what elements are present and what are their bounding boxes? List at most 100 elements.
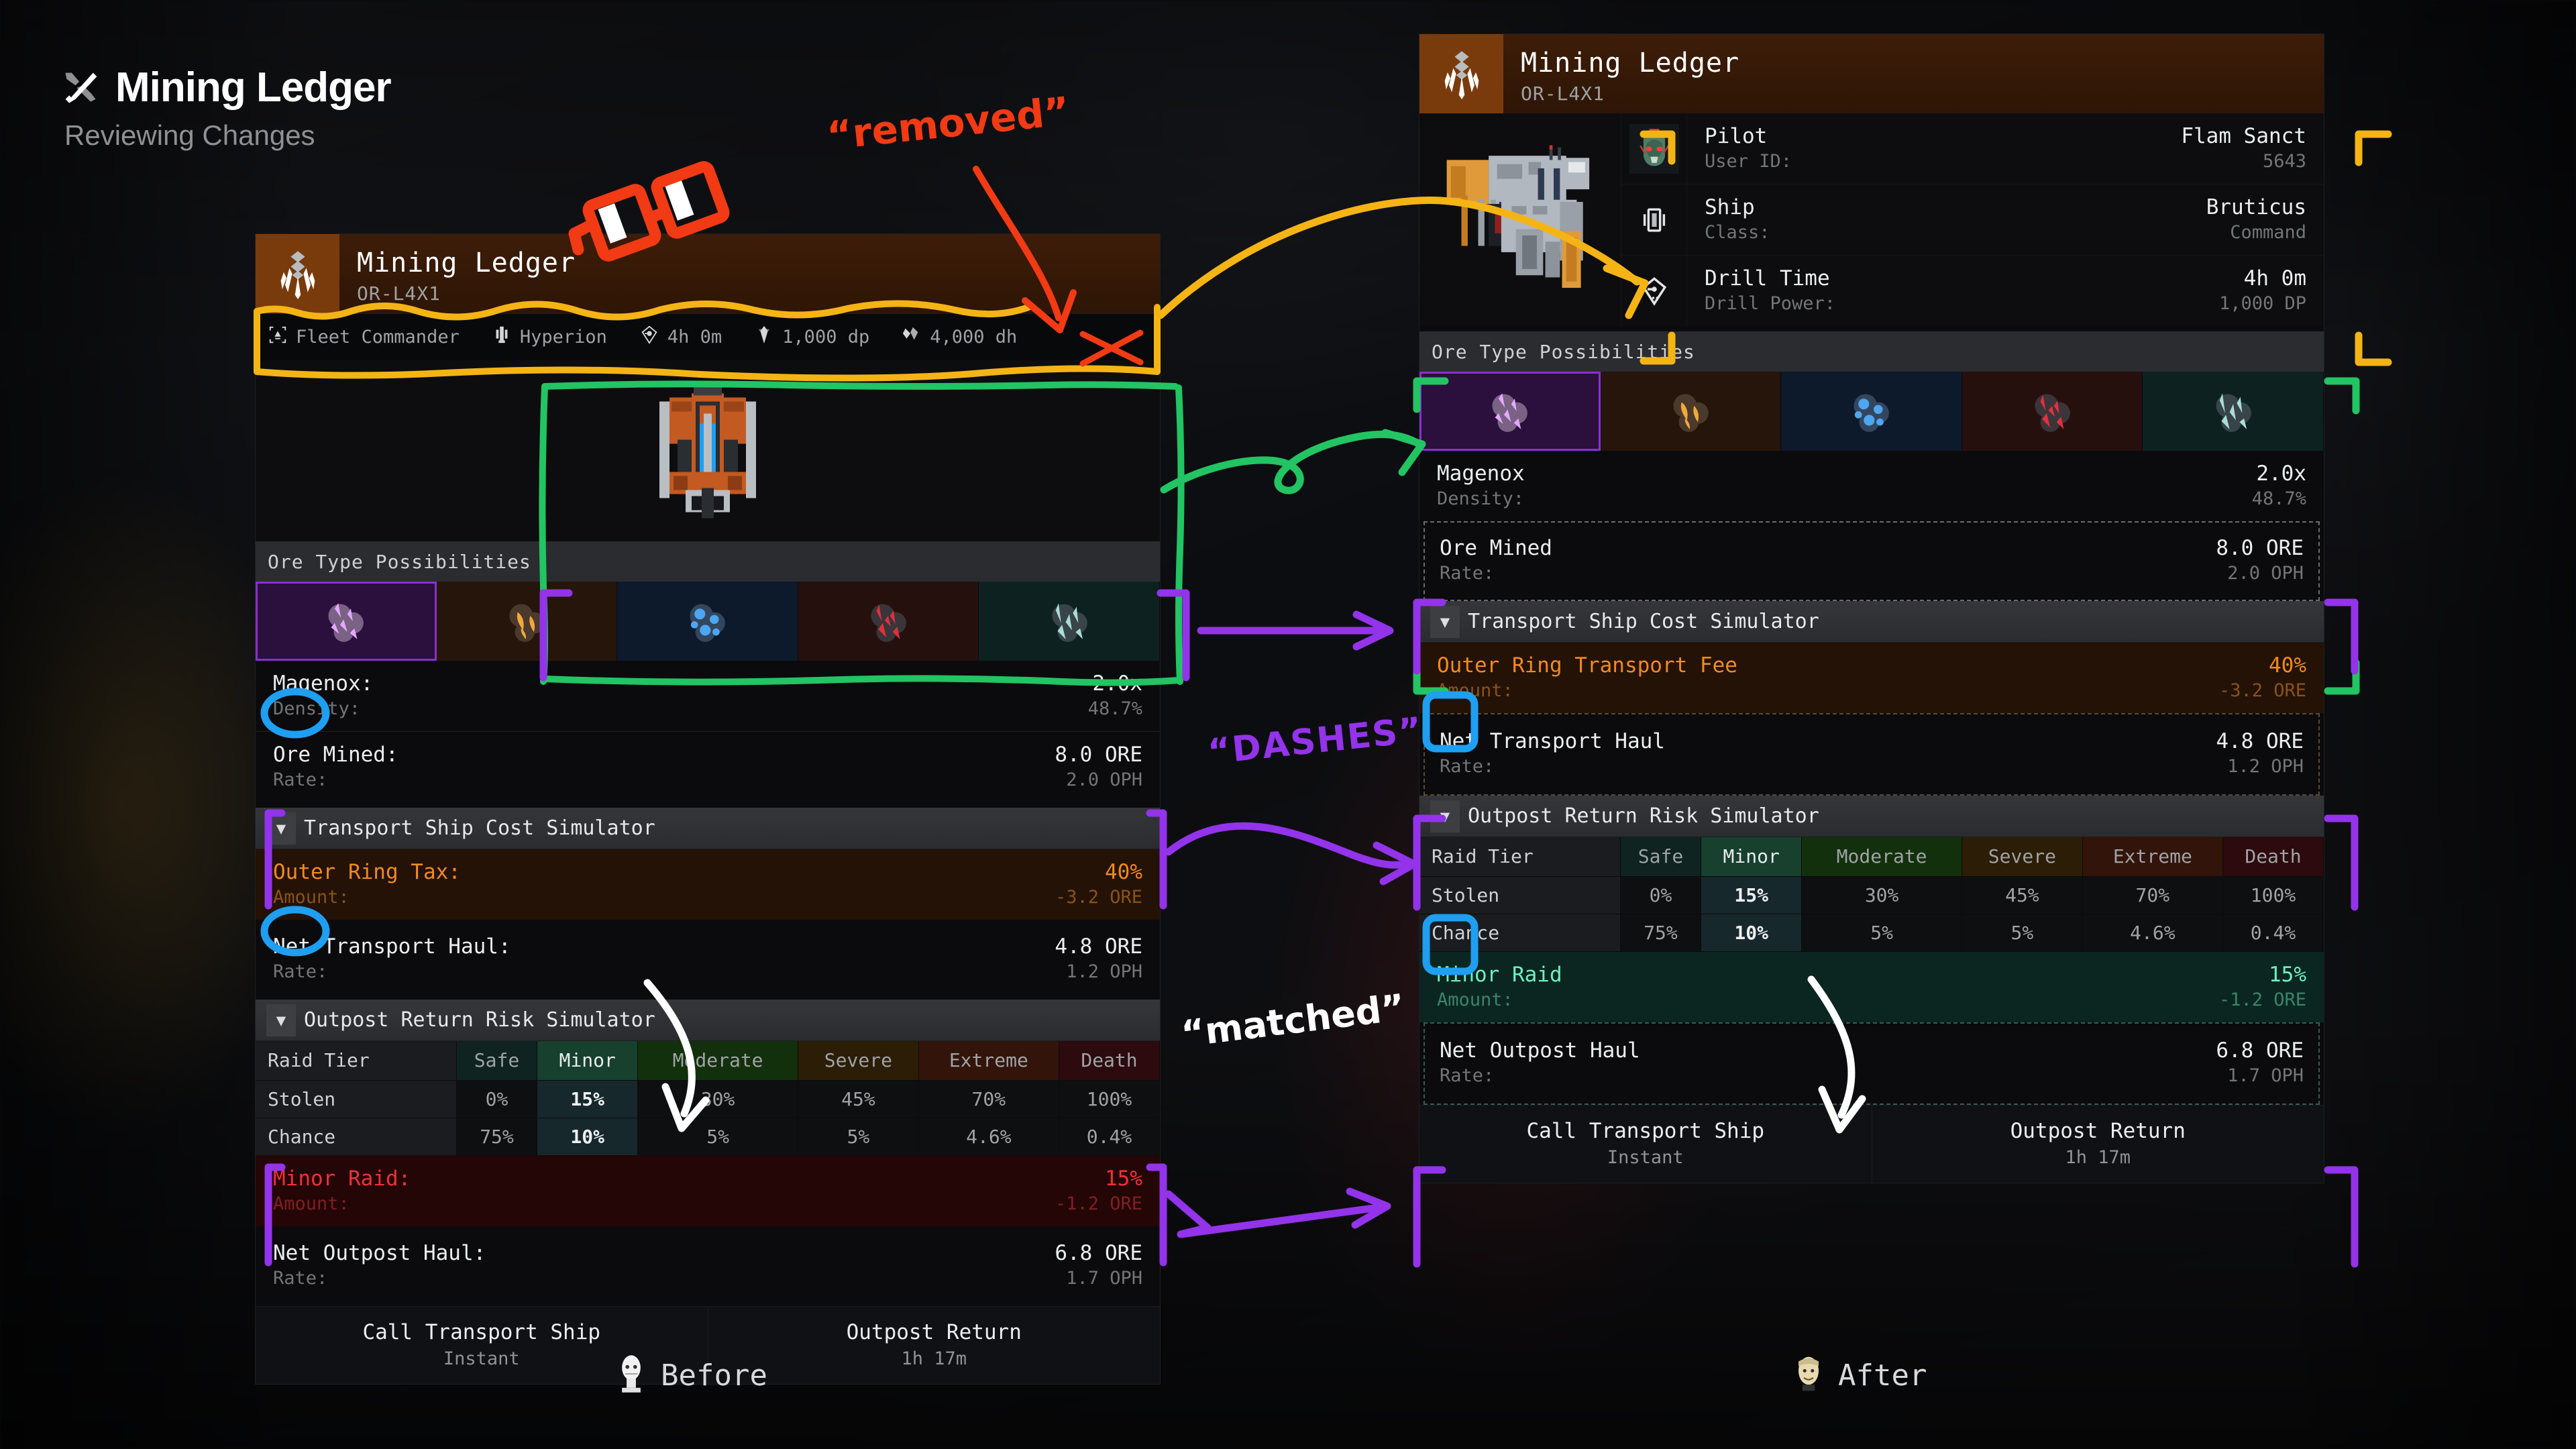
risk-cell: 10% <box>537 1118 639 1156</box>
risk-row-label: Chance <box>256 1118 457 1156</box>
ore-tile-magenox[interactable] <box>1419 372 1601 451</box>
ore-tile-magenox[interactable] <box>256 582 437 661</box>
outpost-return-button[interactable]: Outpost Return 1h 17m <box>1871 1105 2324 1183</box>
stat-drill-hardness[interactable]: 4,000 dh <box>902 325 1017 350</box>
chevron-down-icon[interactable]: ▼ <box>266 812 296 845</box>
risk-section-title: Outpost Return Risk Simulator <box>304 1008 655 1032</box>
transport-section-header[interactable]: ▼ Transport Ship Cost Simulator <box>256 808 1160 849</box>
ore-name-block: Magenox 2.0x Density: 48.7% <box>1419 451 2324 521</box>
transport-amount-value: -3.2 ORE <box>2218 680 2306 701</box>
risk-col-header[interactable]: Safe <box>456 1041 538 1081</box>
risk-cell: 5% <box>1801 914 1963 952</box>
risk-col-header[interactable]: Minor <box>1701 837 1803 877</box>
risk-col-header[interactable]: Death <box>1059 1041 1161 1081</box>
raid-amount-value: -1.2 ORE <box>1055 1193 1142 1214</box>
ore-mined-rate-value: 2.0 OPH <box>1066 769 1142 790</box>
ore-mined-label: Ore Mined <box>1440 536 1552 560</box>
button-label: Call Transport Ship <box>362 1320 601 1344</box>
ship-icon <box>492 325 512 350</box>
after-info-list: Pilot Flam Sanct User ID: 5643 Ship Brut… <box>1621 113 2324 326</box>
ore-section-title: Ore Type Possibilities <box>256 541 1160 582</box>
ore-mined-value: 8.0 ORE <box>1055 743 1142 767</box>
button-sublabel: 1h 17m <box>2065 1146 2131 1168</box>
risk-cell: 10% <box>1701 914 1803 952</box>
ore-name-label: Magenox <box>1437 462 1525 486</box>
call-transport-ship-button[interactable]: Call Transport Ship Instant <box>1419 1106 1872 1183</box>
risk-row-label: Chance <box>1419 914 1621 952</box>
ore-tile-goldrite[interactable] <box>436 582 618 661</box>
risk-cell: 0% <box>1620 876 1702 914</box>
table-row: Raid Tier Safe Minor Moderate Severe Ext… <box>1419 837 2324 877</box>
risk-col-header[interactable]: Severe <box>1962 837 2083 877</box>
page-subtitle: Reviewing Changes <box>64 119 315 151</box>
risk-col-header: Raid Tier <box>1419 837 1621 877</box>
ship-value: Bruticus <box>2206 195 2306 219</box>
outpost-net-rate-value: 1.7 OPH <box>2227 1065 2304 1086</box>
risk-section-header[interactable]: ▼ Outpost Return Risk Simulator <box>256 1000 1160 1041</box>
ore-tile-frostshard[interactable] <box>2143 372 2324 451</box>
transport-amount-value: -3.2 ORE <box>1055 887 1142 908</box>
chevron-down-icon[interactable]: ▼ <box>1430 800 1460 833</box>
stat-fleet-commander[interactable]: Fleet Commander <box>268 325 460 350</box>
risk-raid-block: Minor Raid 15% Amount: -1.2 ORE <box>1419 951 2324 1022</box>
ore-name-label: Magenox: <box>273 672 374 696</box>
ore-tile-goldrite[interactable] <box>1600 372 1782 451</box>
stat-label: 4h 0m <box>667 327 722 347</box>
chevron-down-icon[interactable]: ▼ <box>266 1004 296 1036</box>
transport-section-title: Transport Ship Cost Simulator <box>1468 610 1819 633</box>
button-sublabel: 1h 17m <box>901 1348 967 1369</box>
ore-name-value: 2.0x <box>1092 672 1142 696</box>
transport-net-label: Net Transport Haul <box>1440 729 1665 753</box>
chevron-down-icon[interactable]: ▼ <box>1430 605 1460 638</box>
risk-col-header[interactable]: Minor <box>537 1041 639 1081</box>
risk-col-header[interactable]: Moderate <box>637 1041 799 1081</box>
risk-cell: 30% <box>637 1080 799 1118</box>
ore-tile-grid <box>256 582 1160 661</box>
ore-density-value: 48.7% <box>2251 488 2306 509</box>
stat-drill-power[interactable]: 1,000 dp <box>754 325 869 350</box>
before-ship-artwork <box>256 360 1160 541</box>
risk-col-header[interactable]: Moderate <box>1801 837 1963 877</box>
info-row-ship: Ship Bruticus Class: Command <box>1621 184 2324 256</box>
ore-tile-rubrex[interactable] <box>1962 372 2143 451</box>
ore-tile-rubrex[interactable] <box>798 582 979 661</box>
transport-section-header[interactable]: ▼ Transport Ship Cost Simulator <box>1419 601 2324 643</box>
drill-time-icon <box>639 325 659 350</box>
ore-tile-frostshard[interactable] <box>979 582 1160 661</box>
risk-col-header[interactable]: Extreme <box>2082 837 2223 877</box>
outpost-net-label: Net Outpost Haul: <box>273 1240 486 1265</box>
risk-cell: 70% <box>918 1080 1059 1118</box>
button-label: Call Transport Ship <box>1526 1118 1765 1143</box>
drill-power-icon <box>754 325 774 350</box>
outpost-net-value: 6.8 ORE <box>2216 1038 2304 1063</box>
before-header-title: Mining Ledger <box>357 248 576 278</box>
ore-tile-cryovite[interactable] <box>617 582 798 661</box>
risk-table: Raid Tier Safe Minor Moderate Severe Ext… <box>1419 837 2324 952</box>
ore-mined-block: Ore Mined 8.0 ORE Rate: 2.0 OPH <box>1424 521 2320 601</box>
risk-col-header[interactable]: Death <box>2222 837 2324 877</box>
after-button-row: Call Transport Ship Instant Outpost Retu… <box>1419 1104 2324 1183</box>
table-row: Stolen 0% 15% 30% 45% 70% 100% <box>1419 876 2324 914</box>
button-label: Outpost Return <box>846 1320 1022 1344</box>
outpost-return-button[interactable]: Outpost Return 1h 17m <box>707 1306 1161 1384</box>
ship-label: Ship <box>1705 195 1755 219</box>
ore-mined-rate-label: Rate: <box>273 769 328 790</box>
outpost-net-label: Net Outpost Haul <box>1440 1038 1640 1063</box>
after-header-title: Mining Ledger <box>1521 48 1740 78</box>
ore-mined-value: 8.0 ORE <box>2216 536 2304 560</box>
stat-drill-time[interactable]: 4h 0m <box>639 325 722 350</box>
risk-row-label: Stolen <box>256 1080 457 1118</box>
table-row: Chance 75% 10% 5% 5% 4.6% 0.4% <box>256 1118 1161 1156</box>
stat-ship[interactable]: Hyperion <box>492 325 607 350</box>
drill-time-icon <box>1621 256 1687 326</box>
risk-col-header[interactable]: Severe <box>798 1041 919 1081</box>
risk-col-header[interactable]: Safe <box>1620 837 1702 877</box>
transport-fee-block: Outer Ring Tax: 40% Amount: -3.2 ORE <box>256 849 1160 920</box>
risk-col-header[interactable]: Extreme <box>918 1041 1059 1081</box>
ore-tile-cryovite[interactable] <box>1781 372 1962 451</box>
after-summary-block: Pilot Flam Sanct User ID: 5643 Ship Brut… <box>1419 113 2324 326</box>
transport-net-rate-label: Rate: <box>1440 756 1495 777</box>
pilot-label: Pilot <box>1705 124 1768 148</box>
risk-section-header[interactable]: ▼ Outpost Return Risk Simulator <box>1419 796 2324 837</box>
ore-mined-label: Ore Mined: <box>273 743 398 767</box>
